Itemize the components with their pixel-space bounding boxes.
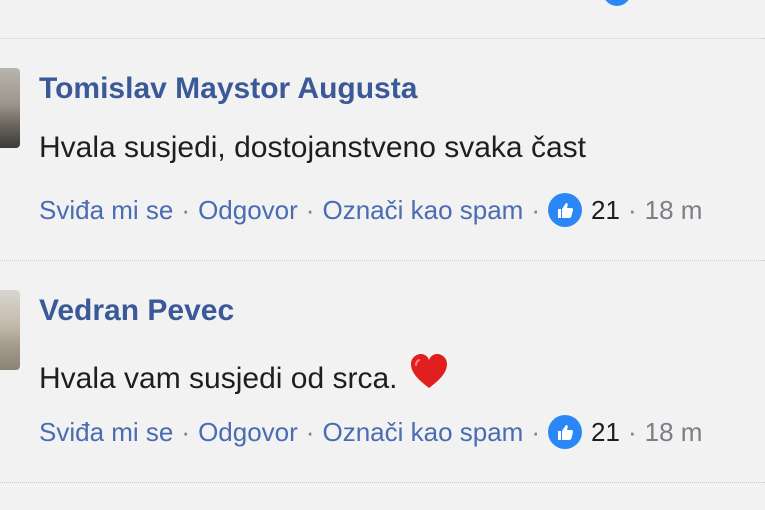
separator: · — [531, 416, 541, 447]
separator: · — [181, 194, 191, 225]
mark-spam-link[interactable]: Označi kao spam — [322, 417, 523, 448]
mark-spam-link[interactable]: Označi kao spam — [322, 195, 523, 226]
separator: · — [627, 194, 637, 225]
comment-text: Hvala susjedi, dostojanstveno svaka čast — [39, 131, 586, 164]
comment-item: Tomislav Maystor Augusta Hvala susjedi, … — [0, 38, 765, 260]
comment-author[interactable]: Vedran Pevec — [39, 294, 234, 328]
comment-timestamp[interactable]: 18 m — [645, 417, 703, 448]
comment-thread: Tomislav Maystor Augusta Hvala susjedi, … — [0, 0, 765, 510]
like-count[interactable]: 21 — [591, 417, 620, 448]
comment-timestamp[interactable]: 18 m — [645, 195, 703, 226]
like-link[interactable]: Sviđa mi se — [39, 417, 173, 448]
separator: · — [531, 194, 541, 225]
like-count-icon-partial — [603, 0, 631, 6]
avatar[interactable] — [0, 290, 20, 370]
reply-link[interactable]: Odgovor — [198, 417, 298, 448]
comment-actions: Sviđa mi se · Odgovor · Označi kao spam … — [39, 193, 702, 227]
comment-text-row: Hvala vam susjedi od srca. — [39, 352, 449, 396]
comment-divider — [0, 482, 765, 483]
thumbs-up-icon[interactable] — [548, 193, 583, 227]
separator: · — [181, 416, 191, 447]
comment-actions: Sviđa mi se · Odgovor · Označi kao spam … — [39, 415, 702, 449]
avatar[interactable] — [0, 68, 20, 148]
separator: · — [627, 416, 637, 447]
previous-comment-actions-partial — [0, 0, 765, 8]
reply-link[interactable]: Odgovor — [198, 195, 298, 226]
thumbs-up-icon[interactable] — [548, 415, 583, 449]
heart-emoji-icon — [409, 352, 449, 392]
like-count[interactable]: 21 — [591, 195, 620, 226]
separator: · — [305, 416, 315, 447]
like-link[interactable]: Sviđa mi se — [39, 195, 173, 226]
comment-text: Hvala vam susjedi od srca. — [39, 362, 398, 395]
comment-item: Vedran Pevec Hvala vam susjedi od srca. … — [0, 260, 765, 482]
separator: · — [305, 194, 315, 225]
comment-author[interactable]: Tomislav Maystor Augusta — [39, 72, 417, 106]
